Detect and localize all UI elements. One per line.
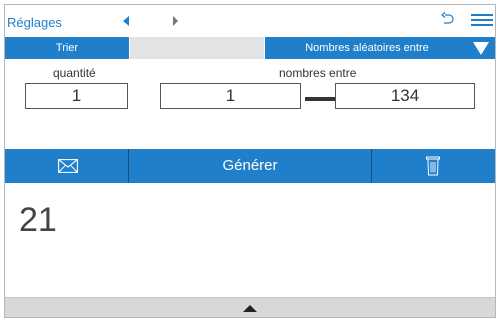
tab-random-label: Nombres aléatoires entre	[305, 42, 429, 54]
trash-icon	[426, 156, 440, 176]
tab-row: Trier Nombres aléatoires entre	[5, 37, 495, 59]
quantity-label: quantité	[53, 66, 96, 80]
tab-random-numbers[interactable]: Nombres aléatoires entre	[265, 37, 495, 59]
result-value: 21	[19, 201, 57, 239]
caret-down-icon[interactable]	[473, 42, 489, 55]
caret-up-icon[interactable]	[243, 305, 257, 312]
action-bar: Générer	[5, 149, 495, 183]
range-min-field[interactable]: 1	[160, 83, 301, 109]
quantity-field[interactable]: 1	[25, 83, 128, 109]
bottom-bar[interactable]	[5, 297, 495, 317]
hamburger-menu-icon[interactable]	[471, 13, 493, 27]
tab-spacer	[130, 37, 264, 59]
triangle-right-icon[interactable]	[173, 16, 178, 26]
triangle-left-icon[interactable]	[123, 16, 129, 26]
range-label: nombres entre	[279, 66, 357, 80]
generate-button[interactable]: Générer	[129, 149, 371, 183]
range-dash	[305, 97, 337, 101]
delete-button[interactable]	[372, 149, 495, 183]
envelope-icon	[58, 159, 78, 173]
range-max-field[interactable]: 134	[335, 83, 475, 109]
top-bar: Réglages	[5, 5, 495, 36]
undo-icon[interactable]	[439, 11, 455, 27]
app-window: Réglages Trier Nombres aléatoires entre …	[4, 4, 496, 318]
email-button[interactable]	[5, 149, 128, 183]
settings-back-link[interactable]: Réglages	[7, 15, 62, 30]
tab-sort[interactable]: Trier	[5, 37, 129, 59]
